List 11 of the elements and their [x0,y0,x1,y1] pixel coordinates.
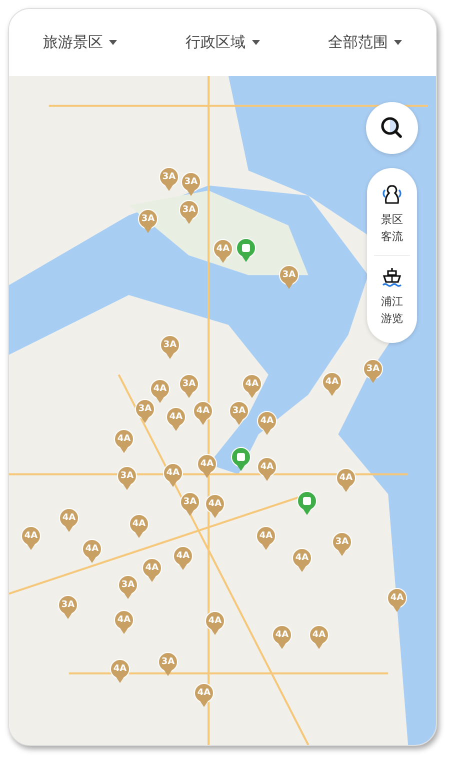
caret-icon [252,40,260,45]
caret-icon [394,40,402,45]
filter-dropdown[interactable]: 旅游景区 [43,27,117,58]
ship-icon [381,266,403,288]
people-icon [381,184,403,206]
panel-button[interactable]: 景区客流 [380,178,404,251]
filter-dropdown[interactable]: 行政区域 [186,27,260,58]
search-icon [379,115,405,141]
panel-button[interactable]: 浦江游览 [380,260,404,333]
caret-icon [109,40,117,45]
filter-dropdown[interactable]: 全部范围 [328,27,402,58]
